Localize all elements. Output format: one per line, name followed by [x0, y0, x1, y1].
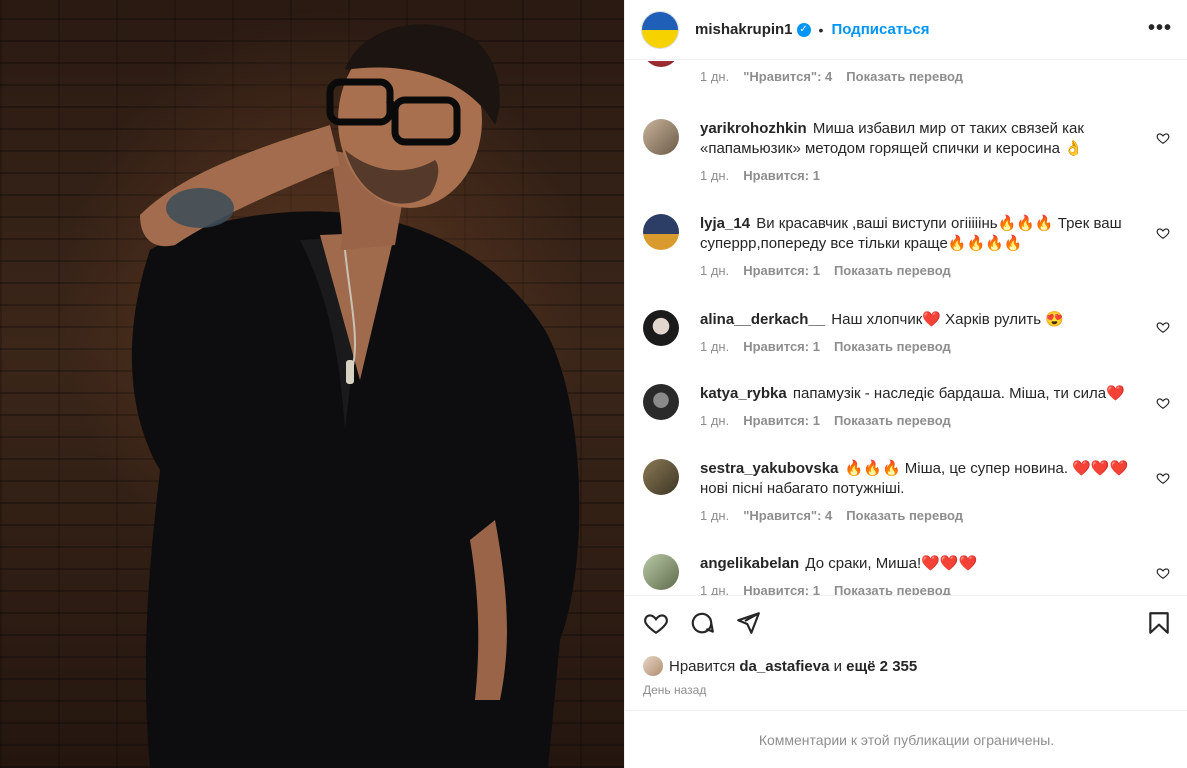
comment-username[interactable]: katya_rybka [700, 385, 787, 402]
comment-likes[interactable]: Нравится: 1 [743, 337, 820, 357]
photo-illustration [131, 24, 580, 768]
show-translation-link[interactable]: Показать перевод [846, 506, 963, 526]
post-date[interactable]: День назад [643, 683, 706, 697]
likes-prefix: Нравится [669, 657, 736, 675]
like-post-icon[interactable] [643, 610, 669, 636]
more-options-icon[interactable]: ••• [1148, 18, 1172, 38]
show-translation-link[interactable]: Показать перевод [834, 337, 951, 357]
comment-text: До сраки, Миша!❤️❤️❤️ [805, 555, 978, 572]
comment-avatar[interactable] [643, 554, 679, 590]
follow-button[interactable]: Подписаться [831, 21, 929, 38]
likes-and: и [833, 657, 842, 675]
comment-body: angelikabelan До сраки, Миша!❤️❤️❤️ 1 дн… [700, 554, 1140, 595]
liker-username[interactable]: da_astafieva [739, 658, 829, 675]
like-comment-icon[interactable] [1156, 566, 1170, 580]
comment-avatar[interactable] [643, 119, 679, 155]
comment-time: 1 дн. [700, 583, 730, 595]
comment-username[interactable]: angelikabelan [700, 555, 799, 572]
comment-time: 1 дн. [700, 339, 730, 354]
comment-body: alina__derkach__ Наш хлопчик❤️ Харків ру… [700, 310, 1140, 357]
post-header: mishakrupin1 ✓ • Подписаться ••• [625, 0, 1187, 60]
comment-text: папамузік - наследіє бардаша. Міша, ти с… [792, 385, 1125, 402]
comment-username[interactable]: sestra_yakubovska [700, 460, 838, 477]
comment-icon[interactable] [689, 610, 715, 636]
comment-likes[interactable]: "Нравится": 4 [743, 67, 832, 87]
post-detail-panel: mishakrupin1 ✓ • Подписаться ••• 1 дн. "… [624, 0, 1187, 768]
comment-body: 1 дн. "Нравится": 4 Показать перевод [700, 61, 1140, 87]
likes-others-count[interactable]: ещё 2 355 [846, 658, 917, 675]
comment-avatar[interactable] [643, 61, 679, 67]
comment-body: sestra_yakubovska 🔥🔥🔥 Міша, це супер нов… [700, 459, 1140, 526]
comment-avatar[interactable] [643, 459, 679, 495]
show-translation-link[interactable]: Показать перевод [846, 67, 963, 87]
show-translation-link[interactable]: Показать перевод [834, 261, 951, 281]
comment-time: 1 дн. [700, 168, 730, 183]
comment-username[interactable]: lyja_14 [700, 215, 750, 232]
comment-time: 1 дн. [700, 413, 730, 428]
liker-avatar[interactable] [643, 656, 663, 676]
comment-avatar[interactable] [643, 384, 679, 420]
comment-likes[interactable]: Нравится: 1 [743, 411, 820, 431]
comment-time: 1 дн. [700, 263, 730, 278]
like-comment-icon[interactable] [1156, 131, 1170, 145]
comment-text: Наш хлопчик❤️ Харків рулить 😍 [831, 311, 1064, 328]
verified-badge-icon: ✓ [796, 22, 811, 37]
comment-time: 1 дн. [700, 69, 730, 84]
comment-text: Ви красавчик ,ваші виступи огііііінь🔥🔥🔥 … [700, 215, 1122, 252]
like-comment-icon[interactable] [1156, 226, 1170, 240]
like-comment-icon[interactable] [1156, 396, 1170, 410]
show-translation-link[interactable]: Показать перевод [834, 411, 951, 431]
post-actions-bar [625, 595, 1187, 650]
comment-body: lyja_14 Ви красавчик ,ваші виступи огііі… [700, 214, 1140, 281]
comments-list[interactable]: 1 дн. "Нравится": 4 Показать перевод yar… [625, 61, 1187, 595]
comment-time: 1 дн. [700, 508, 730, 523]
show-translation-link[interactable]: Показать перевод [834, 581, 951, 595]
like-comment-icon[interactable] [1156, 471, 1170, 485]
comment-body: yarikrohozhkin Миша избавил мир от таких… [700, 119, 1140, 186]
comment-likes[interactable]: Нравится: 1 [743, 166, 820, 186]
comment-username[interactable]: alina__derkach__ [700, 311, 825, 328]
likes-summary: Нравится da_astafieva и ещё 2 355 [643, 656, 917, 676]
comments-restricted-notice: Комментарии к этой публикации ограничены… [625, 710, 1187, 768]
comment-likes[interactable]: Нравится: 1 [743, 261, 820, 281]
save-icon[interactable] [1146, 610, 1172, 636]
share-icon[interactable] [735, 610, 761, 636]
comment-avatar[interactable] [643, 214, 679, 250]
post-photo [0, 0, 624, 768]
separator-dot: • [818, 21, 824, 38]
comment-likes[interactable]: Нравится: 1 [743, 581, 820, 595]
like-comment-icon[interactable] [1156, 320, 1170, 334]
author-username[interactable]: mishakrupin1 [695, 21, 793, 38]
author-avatar[interactable] [641, 10, 679, 49]
comment-username[interactable]: yarikrohozhkin [700, 120, 807, 137]
comment-body: katya_rybka папамузік - наследіє бардаша… [700, 384, 1140, 431]
comment-avatar[interactable] [643, 310, 679, 346]
comment-likes[interactable]: "Нравится": 4 [743, 506, 832, 526]
